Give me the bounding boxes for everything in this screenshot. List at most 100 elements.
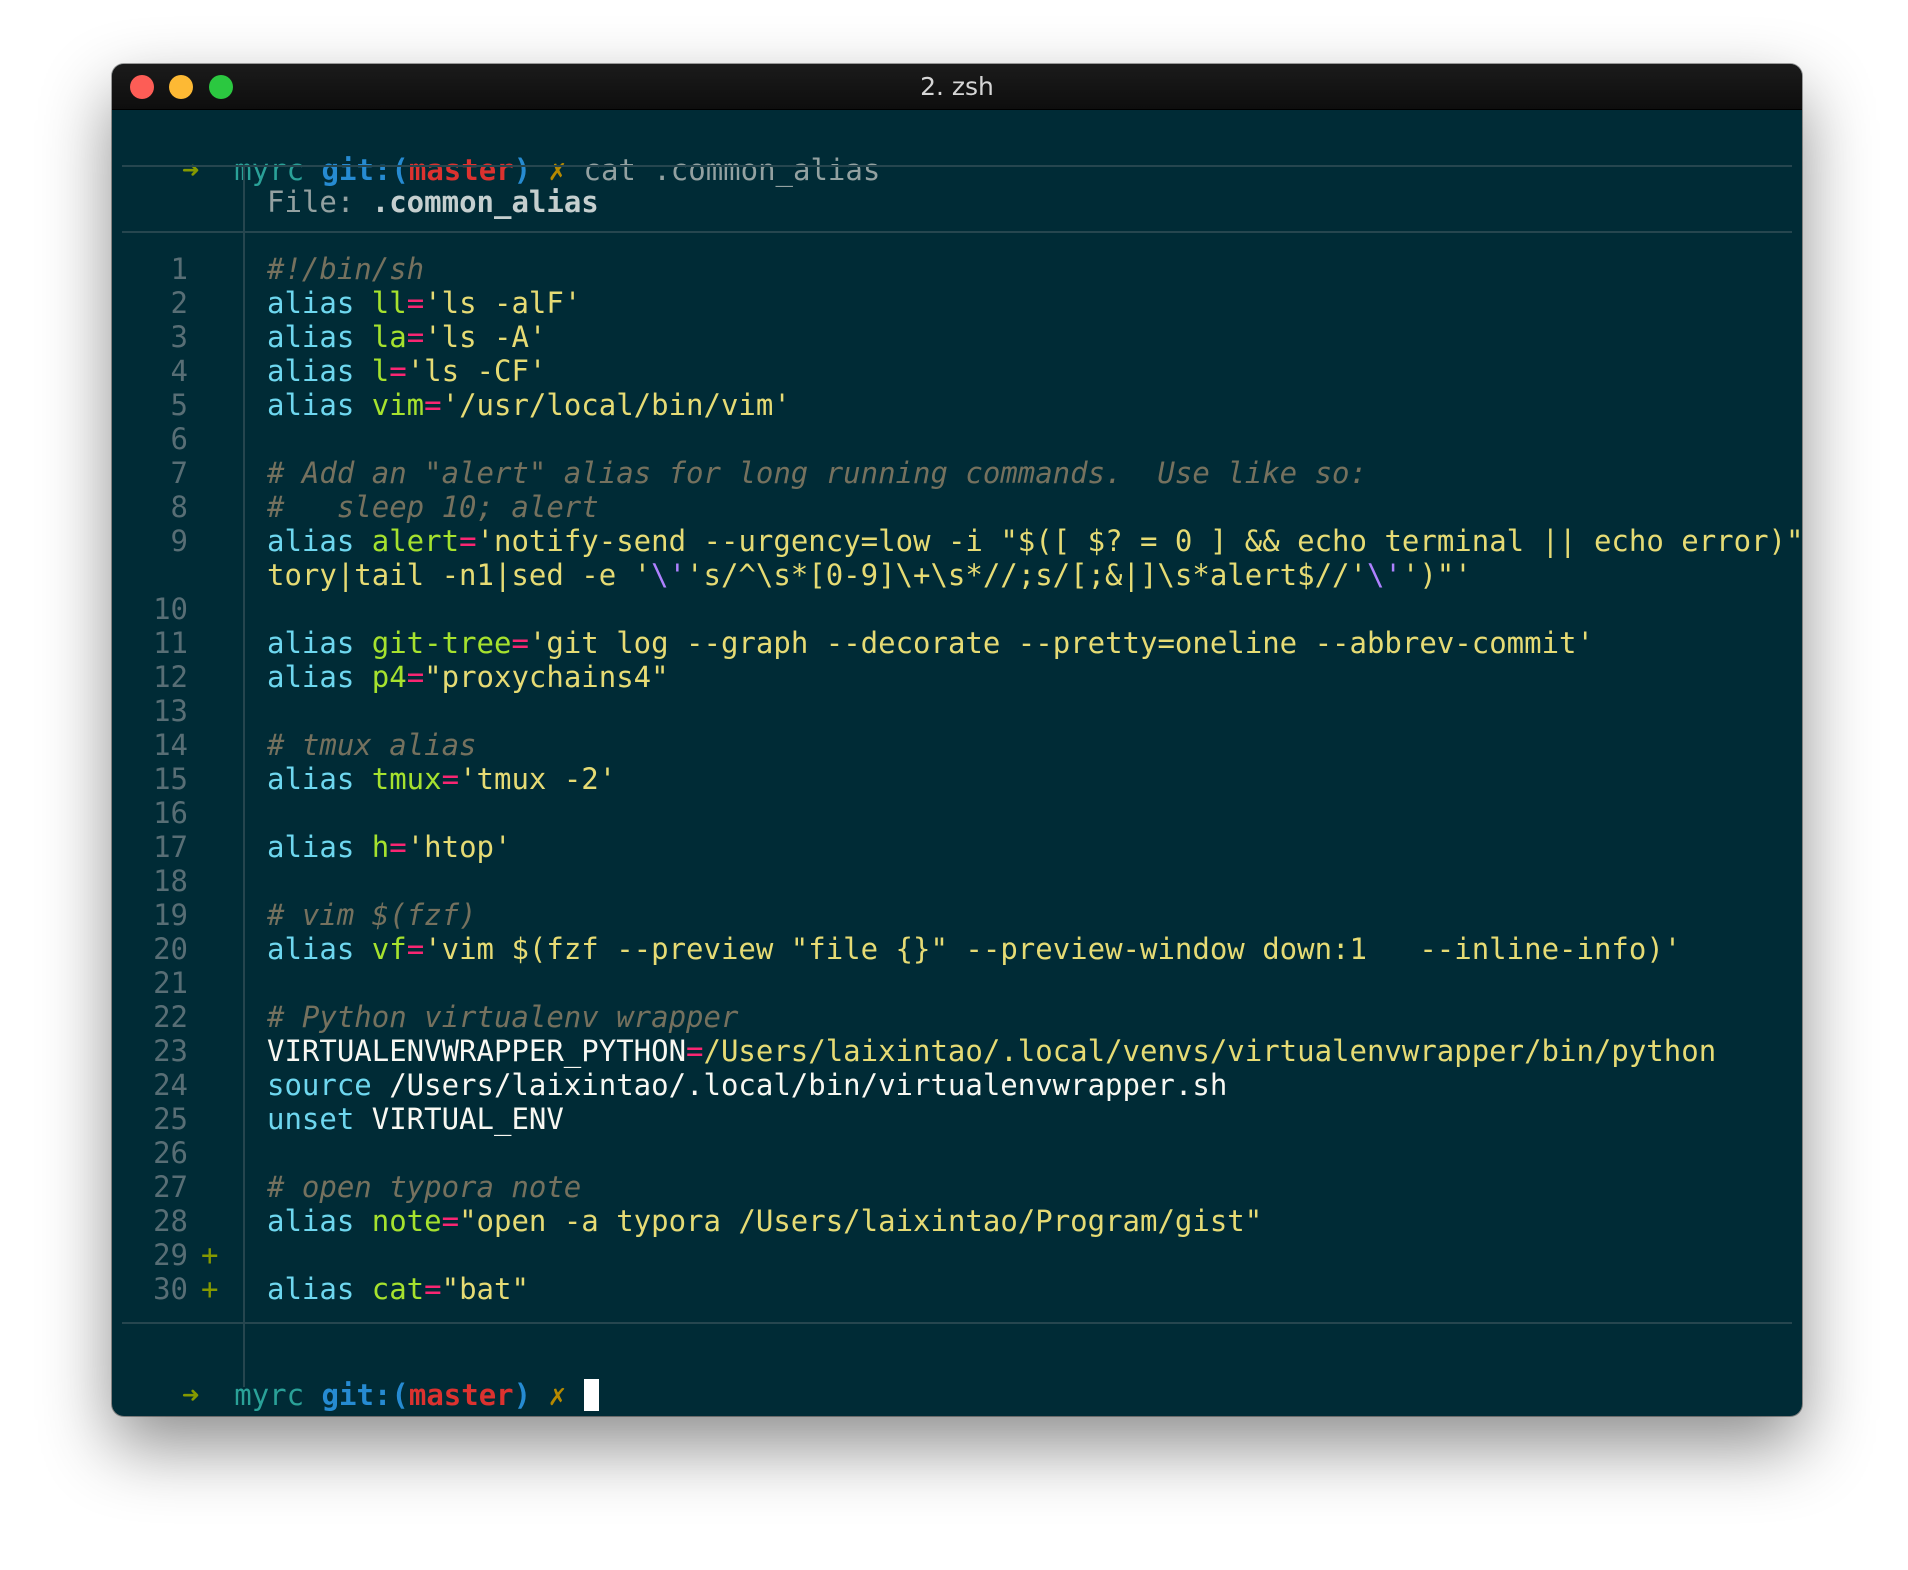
token-string: "proxychains4" bbox=[424, 660, 669, 694]
token-operator: = bbox=[406, 286, 425, 320]
prompt-git-branch: master bbox=[408, 1378, 514, 1412]
line-number: 18 bbox=[153, 864, 188, 898]
token-operator: = bbox=[424, 388, 442, 422]
token-string: ')"' bbox=[1401, 558, 1472, 592]
code-view[interactable]: 1 #!/bin/sh 2 alias ll='ls -alF' 3 alias la='… bbox=[112, 252, 1802, 1306]
file-label: File: bbox=[267, 185, 372, 219]
token-keyword: source bbox=[267, 1068, 390, 1102]
terminal-window[interactable]: 2. zsh ➜ myrc git:(master) ✗ cat .common… bbox=[112, 64, 1802, 1416]
line-number: 24 bbox=[153, 1068, 188, 1102]
code-line: 7 # Add an "alert" alias for long running… bbox=[112, 456, 1802, 490]
line-content: alias alert='notify-send --urgency=low -… bbox=[267, 524, 1802, 558]
token-string: tory|tail -n1|sed -e ' bbox=[267, 558, 652, 592]
token-keyword: alias bbox=[267, 762, 372, 796]
token-alias-name: git-tree bbox=[371, 626, 512, 660]
token-operator: = bbox=[686, 1034, 704, 1068]
code-line: 12 alias p4="proxychains4" bbox=[112, 660, 1802, 694]
code-line: 13 bbox=[112, 694, 1802, 728]
token-keyword: unset bbox=[267, 1102, 372, 1136]
code-line: 20 alias vf='vim $(fzf --preview "file {}… bbox=[112, 932, 1802, 966]
token-string: 'git log --graph --decorate --pretty=one… bbox=[528, 626, 1594, 660]
token-text: VIRTUALENVWRAPPER_PYTHON bbox=[267, 1034, 687, 1068]
code-line: 16 bbox=[112, 796, 1802, 830]
code-line: 5 alias vim='/usr/local/bin/vim' bbox=[112, 388, 1802, 422]
code-line: 2 alias ll='ls -alF' bbox=[112, 286, 1802, 320]
code-line: 18 bbox=[112, 864, 1802, 898]
token-string: 'ls -A' bbox=[424, 320, 547, 354]
prompt-arrow-icon: ➜ bbox=[181, 153, 200, 187]
line-number: 2 bbox=[170, 286, 188, 320]
code-line: 26 bbox=[112, 1136, 1802, 1170]
token-string: 'tmux -2' bbox=[459, 762, 617, 796]
line-content: alias vf='vim $(fzf --preview "file {}" … bbox=[267, 932, 1681, 966]
line-number: 14 bbox=[153, 728, 188, 762]
token-operator: = bbox=[406, 660, 425, 694]
code-line: 17 alias h='htop' bbox=[112, 830, 1802, 864]
code-line: 6 bbox=[112, 422, 1802, 456]
token-keyword: alias bbox=[267, 1272, 372, 1306]
code-line: 28 alias note="open -a typora /Users/laix… bbox=[112, 1204, 1802, 1238]
token-alias-name: alert bbox=[371, 524, 460, 558]
token-keyword: alias bbox=[267, 320, 372, 354]
line-number: 13 bbox=[153, 694, 188, 728]
code-line: 29 + bbox=[112, 1238, 1802, 1272]
prompt-git-prefix: git:( bbox=[321, 1378, 409, 1412]
code-line: 10 bbox=[112, 592, 1802, 626]
token-alias-name: h bbox=[371, 830, 390, 864]
token-operator: = bbox=[441, 762, 460, 796]
token-alias-name: l bbox=[371, 354, 390, 388]
code-line: 22 # Python virtualenv wrapper bbox=[112, 1000, 1802, 1034]
line-content: alias git-tree='git log --graph --decora… bbox=[267, 626, 1594, 660]
token-alias-name: tmux bbox=[371, 762, 442, 796]
token-keyword: alias bbox=[267, 286, 372, 320]
token-string: 'htop' bbox=[406, 830, 512, 864]
top-divider bbox=[122, 165, 1792, 167]
token-keyword: alias bbox=[267, 660, 372, 694]
token-alias-name: ll bbox=[371, 286, 407, 320]
line-number: 26 bbox=[153, 1136, 188, 1170]
line-number: 1 bbox=[170, 252, 188, 286]
prompt-git-suffix: ) bbox=[513, 1378, 532, 1412]
line-content: # Add an "alert" alias for long running … bbox=[267, 456, 1367, 490]
token-alias-name: p4 bbox=[371, 660, 407, 694]
token-string: '/usr/local/bin/vim' bbox=[441, 388, 791, 422]
token-alias-name: vim bbox=[371, 388, 425, 422]
token-text: /Users/laixintao/.local/bin/virtualenvwr… bbox=[389, 1068, 1228, 1102]
token-string: 'ls -alF' bbox=[424, 286, 582, 320]
token-keyword: alias bbox=[267, 626, 372, 660]
line-content: # vim $(fzf) bbox=[267, 898, 477, 932]
line-number: 7 bbox=[170, 456, 188, 490]
prompt-directory: myrc bbox=[234, 1378, 305, 1412]
line-number: 25 bbox=[153, 1102, 188, 1136]
prompt-command: cat .common_alias bbox=[583, 153, 881, 187]
token-string: 'vim $(fzf --preview "file {}" --preview… bbox=[424, 932, 1682, 966]
token-keyword: alias bbox=[267, 1204, 372, 1238]
code-line: 1 #!/bin/sh bbox=[112, 252, 1802, 286]
line-content: # sleep 10; alert bbox=[267, 490, 599, 524]
line-content: # tmux alias bbox=[267, 728, 477, 762]
token-escape: \' bbox=[651, 558, 687, 592]
text-cursor[interactable] bbox=[583, 1379, 599, 1411]
line-number: 23 bbox=[153, 1034, 188, 1068]
code-line: 19 # vim $(fzf) bbox=[112, 898, 1802, 932]
token-keyword: alias bbox=[267, 354, 372, 388]
token-comment: # vim $(fzf) bbox=[267, 898, 477, 932]
token-string: /Users/laixintao/.local/venvs/virtualenv… bbox=[703, 1034, 1717, 1068]
code-line: 4 alias l='ls -CF' bbox=[112, 354, 1802, 388]
git-added-marker: + bbox=[201, 1238, 219, 1272]
token-string: 'ls -CF' bbox=[406, 354, 547, 388]
code-line: 8 # sleep 10; alert bbox=[112, 490, 1802, 524]
code-line: 3 alias la='ls -A' bbox=[112, 320, 1802, 354]
token-comment: #!/bin/sh bbox=[267, 252, 425, 286]
line-content: alias cat="bat" bbox=[267, 1272, 529, 1306]
token-comment: # tmux alias bbox=[267, 728, 477, 762]
line-number: 20 bbox=[153, 932, 188, 966]
line-content: alias note="open -a typora /Users/laixin… bbox=[267, 1204, 1262, 1238]
line-content: tory|tail -n1|sed -e '\''s/^\s*[0-9]\+\s… bbox=[267, 558, 1472, 592]
prompt-line-active[interactable]: ➜ myrc git:(master) ✗ bbox=[112, 1341, 599, 1412]
line-content: alias l='ls -CF' bbox=[267, 354, 546, 388]
line-number: 21 bbox=[153, 966, 188, 1000]
title-bar[interactable]: 2. zsh bbox=[112, 64, 1802, 110]
line-number: 17 bbox=[153, 830, 188, 864]
line-content: VIRTUALENVWRAPPER_PYTHON=/Users/laixinta… bbox=[267, 1034, 1716, 1068]
